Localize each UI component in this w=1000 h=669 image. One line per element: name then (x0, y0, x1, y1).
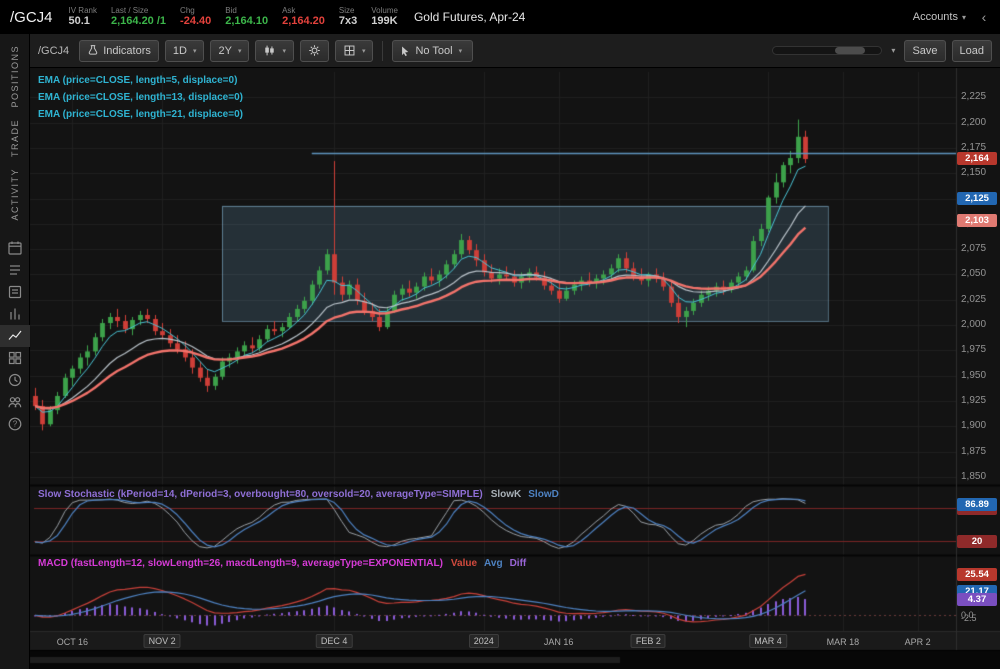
chevron-down-icon: ▾ (362, 47, 366, 55)
quote-stat: Chg-24.40 (180, 7, 211, 28)
columns-icon[interactable] (0, 303, 30, 325)
timeframe-value: 1D (173, 45, 187, 57)
chart-type-dropdown[interactable]: ▾ (255, 40, 294, 62)
toolbar-symbol: /GCJ4 (38, 45, 69, 57)
quote-stat-label: Volume (371, 7, 398, 16)
quote-stat-label: Ask (282, 7, 325, 16)
header-stats: IV Rank50.1 Last / Size2,164.20 /1 Chg-24.… (69, 7, 412, 28)
save-button[interactable]: Save (904, 40, 945, 62)
ema-study-label-2[interactable]: EMA (price=CLOSE, length=21, displace=0) (38, 109, 243, 126)
quote-header: /GCJ4 IV Rank50.1 Last / Size2,164.20 /1 C… (0, 0, 1000, 34)
sidebar-tab-positions[interactable]: POSITIONS (10, 45, 20, 108)
macd-legend: Value Avg Diff (451, 558, 533, 569)
range-value: 2Y (218, 45, 231, 57)
chart-settings-button[interactable] (300, 40, 329, 62)
ema-study-label-0[interactable]: EMA (price=CLOSE, length=5, displace=0) (38, 75, 243, 92)
grid-layout-icon (343, 44, 356, 57)
clock-icon[interactable] (0, 369, 30, 391)
layout-dropdown[interactable]: ▾ (335, 40, 374, 62)
chart-icon[interactable] (0, 325, 30, 347)
macd-legend-avg: Avg (484, 558, 503, 569)
quote-stat: IV Rank50.1 (69, 7, 97, 28)
chevron-down-icon: ▾ (238, 47, 242, 55)
stochastic-study-label[interactable]: Slow Stochastic (kPeriod=14, dPeriod=3, … (38, 489, 483, 500)
toolbar-separator (382, 41, 383, 61)
instrument-description: Gold Futures, Apr-24 (414, 10, 525, 24)
chevron-down-icon: ▾ (962, 13, 966, 22)
macd-study-label[interactable]: MACD (fastLength=12, slowLength=26, macd… (38, 558, 443, 569)
stochastic-label-row: Slow Stochastic (kPeriod=14, dPeriod=3, … (38, 489, 566, 500)
timeframe-dropdown[interactable]: 1D ▾ (165, 40, 205, 62)
macd-legend-diff: Diff (510, 558, 527, 569)
collapse-panel-button[interactable]: ‹ (974, 9, 994, 25)
macd-label-row: MACD (fastLength=12, slowLength=26, macd… (38, 558, 533, 569)
ema-study-label-1[interactable]: EMA (price=CLOSE, length=13, displace=0) (38, 92, 243, 109)
stoch-legend-slowk: SlowK (491, 489, 522, 500)
chevron-down-icon: ▾ (459, 47, 463, 55)
quote-stat-label: Last / Size (111, 7, 166, 16)
indicators-button[interactable]: Indicators (79, 40, 159, 62)
quote-stat-label: Chg (180, 7, 211, 16)
quote-stat: Size7x3 (339, 7, 357, 28)
candlestick-icon (263, 44, 276, 57)
save-label: Save (912, 45, 937, 57)
indicators-label: Indicators (103, 45, 151, 57)
quote-stat-value: 2,164.10 (225, 15, 268, 27)
slider-options-caret[interactable]: ▾ (891, 46, 895, 55)
flask-icon (87, 44, 99, 57)
sidebar-tab-trade[interactable]: TRADE (10, 119, 20, 157)
chart-toolbar: /GCJ4 Indicators 1D ▾ 2Y ▾ ▾ ▾ No Tool ▾ (30, 34, 1000, 68)
calendar-icon[interactable] (0, 237, 30, 259)
sidebar-tab-activity[interactable]: ACTIVITY (10, 168, 20, 221)
users-icon[interactable] (0, 391, 30, 413)
chevron-down-icon: ▾ (193, 47, 197, 55)
gear-icon (308, 44, 321, 57)
time-zoom-slider[interactable] (772, 46, 882, 55)
quote-stat-value: 199K (371, 15, 398, 27)
header-symbol: /GCJ4 (10, 9, 53, 26)
drawing-tool-dropdown[interactable]: No Tool ▾ (392, 40, 473, 62)
svg-text:?: ? (12, 420, 17, 429)
macd-legend-value: Value (451, 558, 477, 569)
sidebar-icons: ? (0, 237, 30, 435)
quote-stat-value: 50.1 (69, 15, 97, 27)
quote-stat-value: -24.40 (180, 15, 211, 27)
trading-platform-window: 2,2252,2002,1752,1502,1252,1002,0752,050… (0, 0, 1000, 669)
ema-study-labels: EMA (price=CLOSE, length=5, displace=0)E… (38, 75, 243, 126)
news-icon[interactable] (0, 281, 30, 303)
accounts-dropdown[interactable]: Accounts ▾ (913, 11, 966, 23)
time-zoom-slider-thumb[interactable] (835, 47, 865, 54)
notes-icon[interactable] (0, 259, 30, 281)
quote-stat: Last / Size2,164.20 /1 (111, 7, 166, 28)
quote-stat-value: 2,164.20 (282, 15, 325, 27)
cursor-icon (400, 45, 411, 57)
quote-stat-value: 7x3 (339, 15, 357, 27)
stochastic-legend: SlowK SlowD (491, 489, 566, 500)
quote-stat: Volume199K (371, 7, 398, 28)
tool-value: No Tool (415, 45, 452, 57)
stoch-legend-slowd: SlowD (528, 489, 559, 500)
quote-stat: Bid2,164.10 (225, 7, 268, 28)
quote-stat-label: IV Rank (69, 7, 97, 16)
chevron-down-icon: ▾ (282, 47, 286, 55)
grid-icon[interactable] (0, 347, 30, 369)
help-icon[interactable]: ? (0, 413, 30, 435)
range-dropdown[interactable]: 2Y ▾ (210, 40, 249, 62)
quote-stat-value: 2,164.20 /1 (111, 15, 166, 27)
quote-stat-label: Size (339, 7, 357, 16)
load-label: Load (960, 45, 984, 57)
quote-stat-label: Bid (225, 7, 268, 16)
accounts-label: Accounts (913, 11, 958, 23)
load-button[interactable]: Load (952, 40, 992, 62)
quote-stat: Ask2,164.20 (282, 7, 325, 28)
left-sidebar: POSITIONS TRADE ACTIVITY ? (0, 34, 30, 669)
sidebar-tabs: POSITIONS TRADE ACTIVITY (10, 34, 20, 231)
